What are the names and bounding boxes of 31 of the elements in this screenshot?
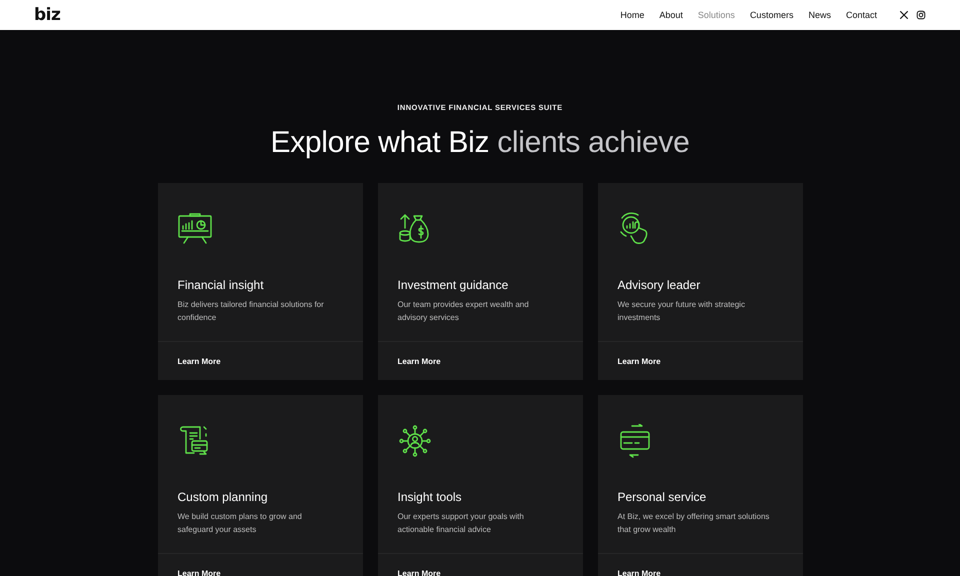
card-description: We secure your future with strategic investments xyxy=(618,299,746,324)
learn-more-link[interactable]: Learn More xyxy=(158,342,362,366)
credit-card-icon xyxy=(618,424,652,458)
card-title: Personal service xyxy=(618,490,708,504)
card-title: Investment guidance xyxy=(398,278,510,292)
nav-link[interactable]: About xyxy=(659,10,683,20)
learn-more-link[interactable]: Learn More xyxy=(598,342,802,366)
nav-link[interactable]: Customers xyxy=(750,10,794,20)
person-network-icon xyxy=(398,424,432,458)
card-title: Custom planning xyxy=(178,490,269,504)
card-title: Financial insight xyxy=(178,278,265,292)
learn-more-link[interactable]: Learn More xyxy=(598,554,802,576)
card-title: Advisory leader xyxy=(618,278,702,292)
card-description: At Biz, we excel by offering smart solutions that grow wealth xyxy=(618,511,770,536)
card-description: Biz delivers tailored financial solutions for confidence xyxy=(178,299,325,324)
x-icon[interactable] xyxy=(899,10,909,20)
nav-link[interactable]: Solutions xyxy=(698,10,735,20)
logo[interactable]: biz xyxy=(34,5,60,25)
card-title: Insight tools xyxy=(398,490,463,504)
nav-link[interactable]: Home xyxy=(620,10,644,20)
nav-link[interactable]: News xyxy=(808,10,831,20)
learn-more-link[interactable]: Learn More xyxy=(378,342,582,366)
instagram-icon[interactable] xyxy=(916,10,926,20)
section-heading: Explore what Biz clients achieve xyxy=(270,125,690,161)
card-description: Our team provides expert wealth and advisory services xyxy=(398,299,530,324)
card-description: We build custom plans to grow and safeguard your assets xyxy=(178,511,303,536)
presentation-board-icon xyxy=(178,212,212,246)
learn-more-link[interactable]: Learn More xyxy=(158,554,362,576)
card-description: Our experts support your goals with actionable financial advice xyxy=(398,511,525,536)
learn-more-link[interactable]: Learn More xyxy=(378,554,582,576)
nav-link[interactable]: Contact xyxy=(846,10,877,20)
